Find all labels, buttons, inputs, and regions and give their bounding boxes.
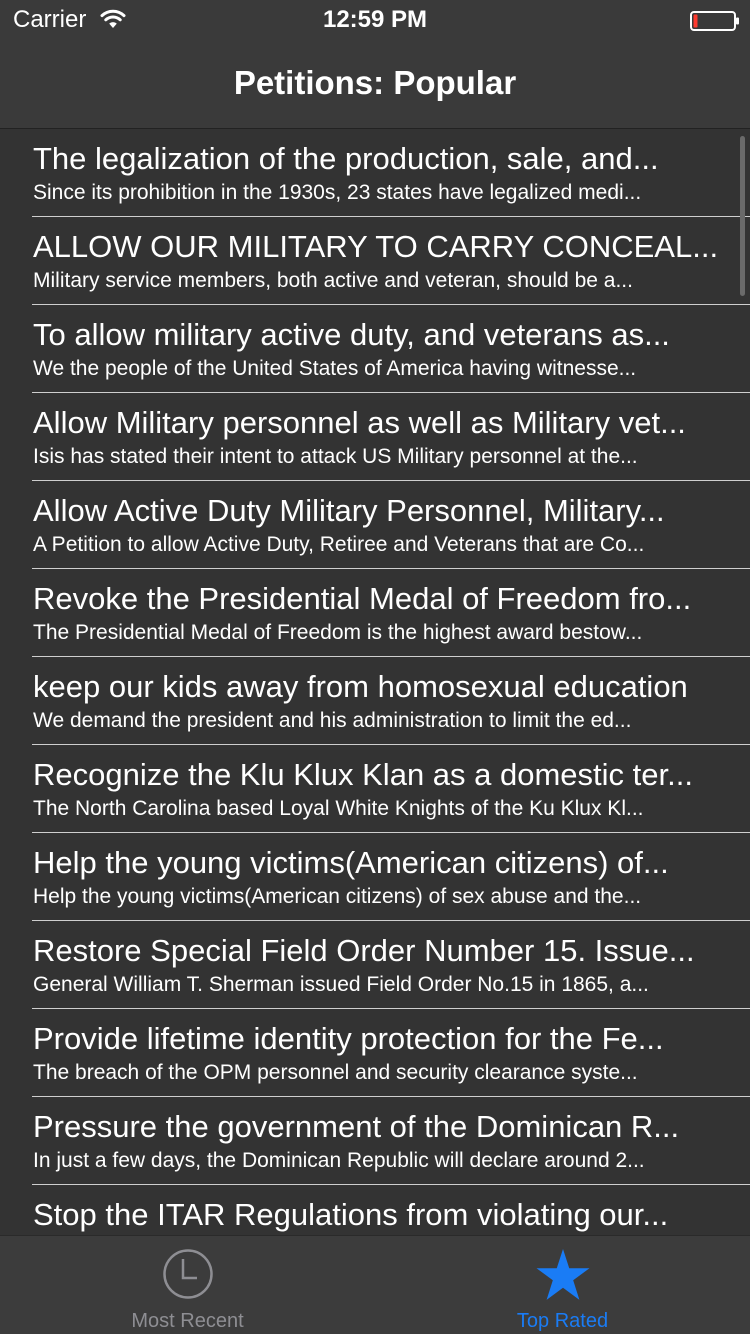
petition-row[interactable]: Stop the ITAR Regulations from violating… [0,1185,750,1235]
petition-title: Recognize the Klu Klux Klan as a domesti… [33,757,693,792]
petition-summary: Since its prohibition in the 1930s, 23 s… [33,181,642,204]
star-icon [536,1249,590,1300]
status-bar: Carrier 12:59 PM [0,0,750,40]
petition-title: Help the young victims(American citizens… [33,845,669,880]
page-title: Petitions: Popular [233,64,517,101]
petition-title: Allow Active Duty Military Personnel, Mi… [33,493,665,528]
petition-row[interactable]: Restore Special Field Order Number 15. I… [0,921,750,1009]
petition-title: Stop the ITAR Regulations from violating… [33,1197,669,1232]
petition-list[interactable]: The legalization of the production, sale… [0,129,750,1235]
tab-bar: Most Recent Top Rated [0,1235,750,1334]
petition-title: To allow military active duty, and veter… [33,317,670,352]
petition-title: Restore Special Field Order Number 15. I… [33,933,695,968]
petition-row[interactable]: Pressure the government of the Dominican… [0,1097,750,1185]
petition-title: keep our kids away from homosexual educa… [33,669,688,704]
petition-summary: We the people of the United States of Am… [33,357,637,380]
petition-title: ALLOW OUR MILITARY TO CARRY CONCEAL... [33,229,719,264]
petition-summary: A Petition to allow Active Duty, Retiree… [33,533,645,556]
petition-row[interactable]: Revoke the Presidential Medal of Freedom… [0,569,750,657]
petition-summary: The Presidential Medal of Freedom is the… [33,621,643,644]
petition-title: Revoke the Presidential Medal of Freedom… [33,581,692,616]
petition-summary: Isis has stated their intent to attack U… [33,445,638,468]
clock-icon [163,1249,213,1299]
petition-row[interactable]: keep our kids away from homosexual educa… [0,657,750,745]
petition-summary: The North Carolina based Loyal White Kni… [33,797,644,820]
petition-row[interactable]: ALLOW OUR MILITARY TO CARRY CONCEAL... Mi… [0,217,750,305]
navigation-bar: Petitions: Popular [0,40,750,129]
petition-row[interactable]: Provide lifetime identity protection for… [0,1009,750,1097]
petition-row[interactable]: To allow military active duty, and veter… [0,305,750,393]
petition-summary: Help the young victims(American citizens… [33,885,642,908]
scroll-indicator[interactable] [740,136,745,296]
tab-top-rated[interactable]: Top Rated [375,1236,750,1334]
petition-summary: Military service members, both active an… [33,269,633,292]
screen: Carrier 12:59 PM Petitions: Popular The … [0,0,750,1334]
tab-label-top-rated: Top Rated [516,1310,609,1332]
petition-title: Allow Military personnel as well as Mili… [33,405,686,440]
battery-icon [690,11,739,31]
petition-row[interactable]: Help the young victims(American citizens… [0,833,750,921]
petition-title: Provide lifetime identity protection for… [33,1021,664,1056]
petition-summary: In just a few days, the Dominican Republ… [33,1149,645,1172]
petition-title: The legalization of the production, sale… [33,141,659,176]
petition-summary: We demand the president and his administ… [33,709,632,732]
petition-row[interactable]: Recognize the Klu Klux Klan as a domesti… [0,745,750,833]
petition-row[interactable]: The legalization of the production, sale… [0,129,750,217]
petition-row[interactable]: Allow Military personnel as well as Mili… [0,393,750,481]
petition-summary: The breach of the OPM personnel and secu… [33,1061,638,1084]
petition-summary: General William T. Sherman issued Field … [33,973,649,996]
tab-most-recent[interactable]: Most Recent [0,1236,375,1334]
status-time: 12:59 PM [322,6,428,33]
petition-row[interactable]: Allow Active Duty Military Personnel, Mi… [0,481,750,569]
petition-title: Pressure the government of the Dominican… [33,1109,680,1144]
tab-label-most-recent: Most Recent [131,1310,244,1332]
